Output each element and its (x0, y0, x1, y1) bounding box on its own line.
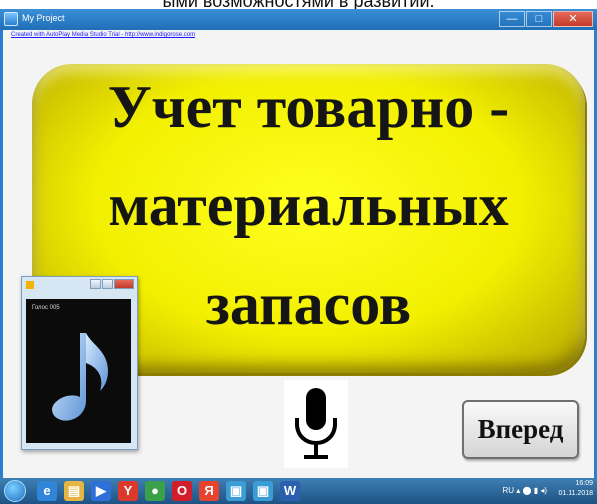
taskbar-app-word[interactable]: W (280, 481, 300, 501)
window-title: My Project (22, 13, 65, 23)
tray-icons[interactable]: ▴ ⬤ ▮ ◂) (516, 486, 547, 495)
clock[interactable]: 16:09 01.11.2018 (558, 479, 593, 499)
media-player-minimize-button[interactable] (90, 279, 101, 289)
microphone-button[interactable] (284, 380, 348, 468)
window-controls: — □ ✕ (499, 11, 593, 27)
media-player-controls (90, 279, 134, 289)
app-icon (4, 12, 18, 26)
taskbar-app-autoplay-app-2[interactable]: ▣ (253, 481, 273, 501)
clock-time: 16:09 (575, 480, 593, 487)
music-note-icon (52, 333, 108, 421)
credit-link[interactable]: Created with AutoPlay Media Studio Trial… (11, 32, 195, 38)
banner-line-2: материальных (108, 172, 509, 238)
taskbar-app-autoplay-app[interactable]: ▣ (226, 481, 246, 501)
clock-date: 01.11.2018 (558, 490, 593, 497)
media-player-titlebar[interactable] (22, 277, 137, 299)
system-tray[interactable]: RU ▴ ⬤ ▮ ◂) (502, 486, 547, 495)
taskbar: e ▤ ▶ Y ● O Я ▣ ▣ W RU ▴ ⬤ ▮ ◂) 16:09 01.11.2018 (0, 478, 597, 504)
language-indicator[interactable]: RU (502, 486, 514, 495)
media-player-app-icon (26, 281, 34, 289)
banner-line-1: Учет товарно - (107, 74, 510, 140)
maximize-button[interactable]: □ (526, 11, 552, 27)
microphone-icon (295, 388, 337, 459)
app-content: Created with AutoPlay Media Studio Trial… (0, 30, 597, 478)
next-button[interactable]: Вперед (462, 400, 579, 459)
taskbar-app-chrome[interactable]: ● (145, 481, 165, 501)
media-player-display: Голос 005 (26, 299, 131, 443)
taskbar-app-yandex-browser[interactable]: Y (118, 481, 138, 501)
taskbar-app-file-explorer[interactable]: ▤ (64, 481, 84, 501)
media-player-window[interactable]: Голос 005 (21, 276, 138, 450)
taskbar-app-opera[interactable]: O (172, 481, 192, 501)
audio-file-label: Голос 005 (32, 305, 60, 311)
close-button[interactable]: ✕ (553, 11, 593, 27)
window-titlebar[interactable]: My Project — □ ✕ (0, 9, 597, 30)
taskbar-app-yandex[interactable]: Я (199, 481, 219, 501)
minimize-button[interactable]: — (499, 11, 525, 27)
media-player-maximize-button[interactable] (102, 279, 113, 289)
taskbar-app-media-player[interactable]: ▶ (91, 481, 111, 501)
media-player-close-button[interactable] (114, 279, 134, 289)
taskbar-app-internet-explorer[interactable]: e (37, 481, 57, 501)
start-button[interactable] (4, 480, 26, 502)
